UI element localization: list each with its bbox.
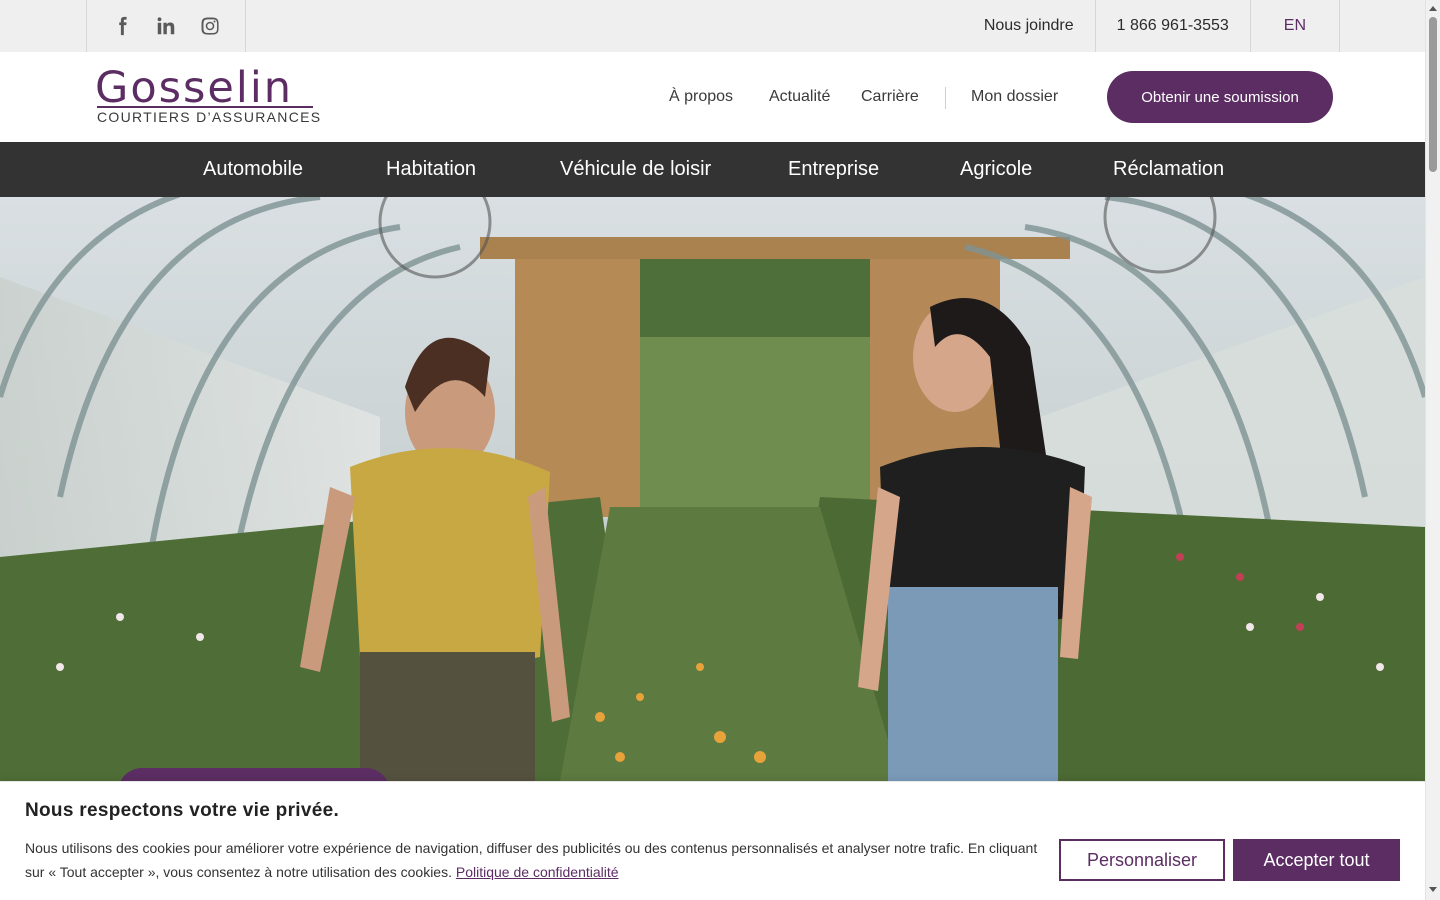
hero-image	[0, 197, 1425, 781]
language-switch[interactable]: EN	[1249, 0, 1340, 52]
logo-underline	[97, 106, 313, 108]
logo-wordmark: Gosselin	[95, 63, 294, 113]
privacy-policy-link[interactable]: Politique de confidentialité	[456, 864, 619, 880]
nav-news[interactable]: Actualité	[769, 88, 830, 106]
phone-link[interactable]: 1 866 961-3553	[1094, 0, 1250, 52]
accept-all-button[interactable]: Accepter tout	[1233, 839, 1400, 881]
site-header: Gosselin COURTIERS D’ASSURANCES À propos…	[0, 52, 1425, 142]
contact-link[interactable]: Nous joindre	[963, 0, 1095, 52]
greenhouse-illustration	[0, 197, 1425, 781]
customize-button[interactable]: Personnaliser	[1059, 839, 1225, 881]
nav-career[interactable]: Carrière	[861, 88, 919, 106]
linkedin-icon[interactable]	[155, 15, 177, 37]
header-link-slot-account: Mon dossier	[971, 52, 1058, 142]
header-link-slot-news: Actualité	[769, 52, 830, 142]
category-agricole[interactable]: Agricole	[960, 142, 1032, 197]
facebook-icon[interactable]	[111, 15, 133, 37]
get-quote-button[interactable]: Obtenir une soumission	[1107, 71, 1333, 123]
top-right-links: Nous joindre 1 866 961-3553 EN	[963, 0, 1340, 52]
instagram-icon[interactable]	[199, 15, 221, 37]
scroll-thumb[interactable]	[1429, 17, 1437, 172]
top-utility-bar: Nous joindre 1 866 961-3553 EN	[0, 0, 1425, 52]
category-vehicule-loisir[interactable]: Véhicule de loisir	[560, 142, 711, 197]
cookie-text: Nous utilisons des cookies pour améliore…	[25, 836, 1055, 884]
page-scrollbar[interactable]	[1425, 0, 1440, 900]
logo[interactable]: Gosselin COURTIERS D’ASSURANCES	[95, 63, 320, 128]
category-habitation[interactable]: Habitation	[386, 142, 476, 197]
header-link-slot-career: Carrière	[861, 52, 919, 142]
cookie-title: Nous respectons votre vie privée.	[25, 800, 340, 821]
nav-about[interactable]: À propos	[669, 88, 733, 106]
header-divider	[945, 87, 946, 109]
cookie-banner: Nous respectons votre vie privée. Nous u…	[0, 781, 1425, 900]
category-nav: Automobile Habitation Véhicule de loisir…	[0, 142, 1425, 197]
social-links	[86, 0, 246, 52]
category-entreprise[interactable]: Entreprise	[788, 142, 879, 197]
scroll-up-arrow-icon[interactable]	[1429, 6, 1437, 11]
nav-my-account[interactable]: Mon dossier	[971, 88, 1058, 106]
scroll-down-arrow-icon[interactable]	[1429, 887, 1437, 892]
logo-tagline: COURTIERS D’ASSURANCES	[97, 109, 322, 125]
category-automobile[interactable]: Automobile	[203, 142, 303, 197]
category-reclamation[interactable]: Réclamation	[1113, 142, 1224, 197]
header-links: À propos	[669, 52, 733, 142]
